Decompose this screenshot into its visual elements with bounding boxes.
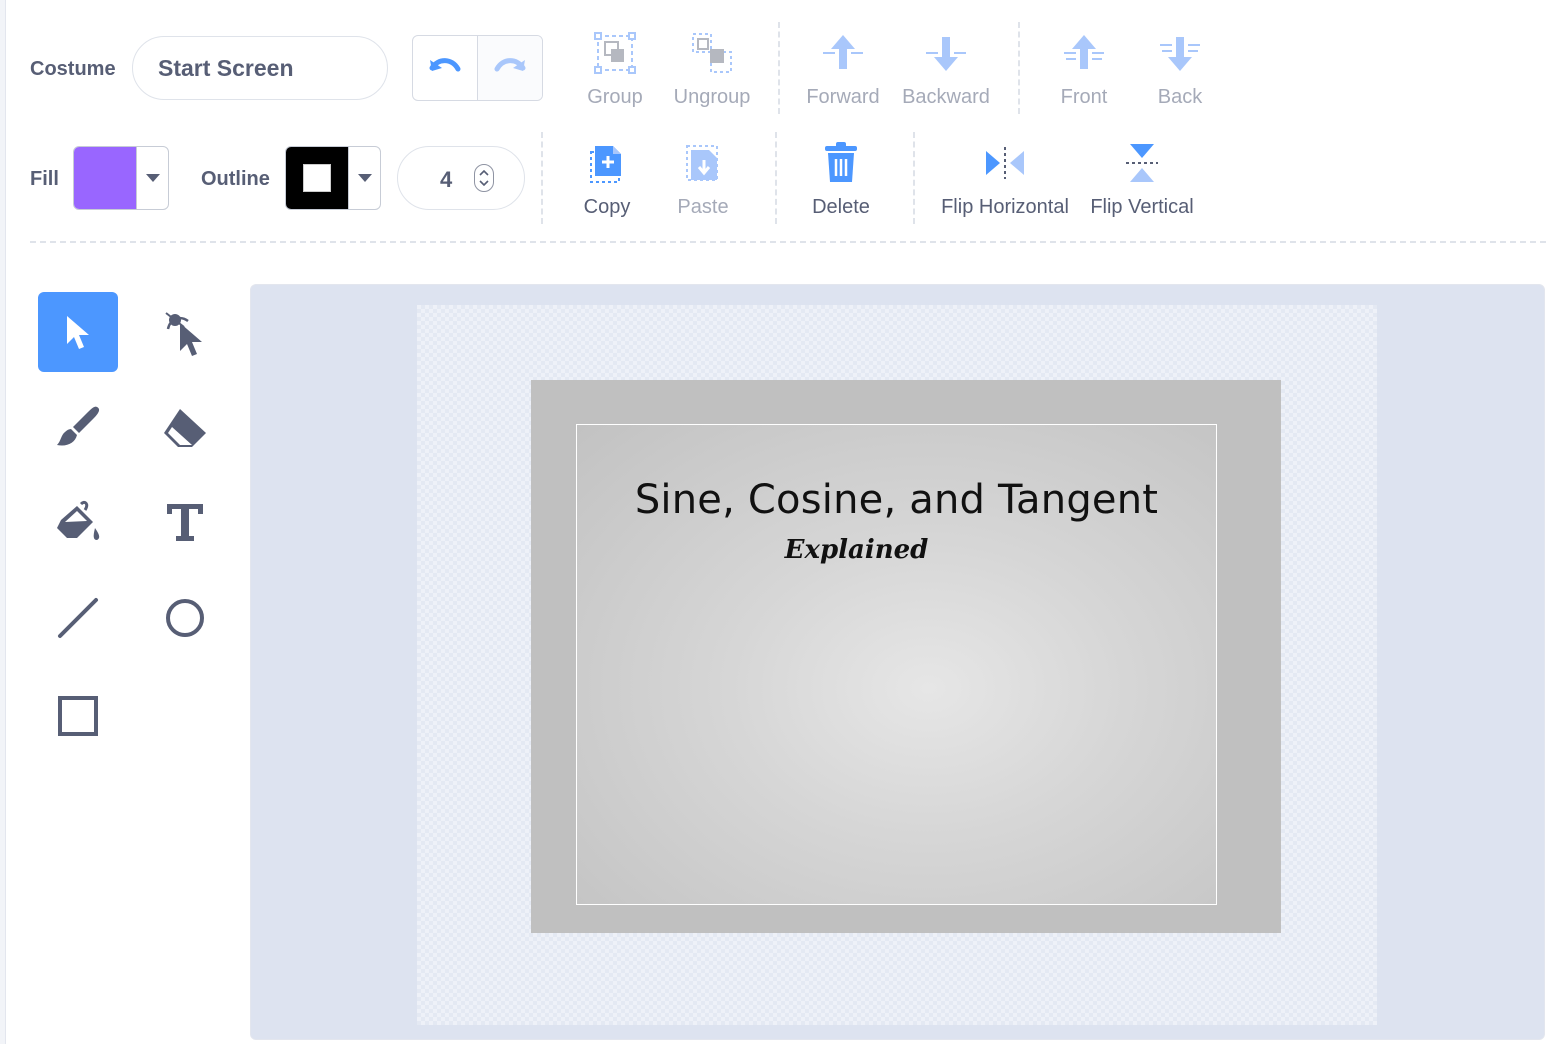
fill-swatch[interactable] <box>74 147 136 209</box>
flip-vertical-button[interactable]: Flip Vertical <box>1090 142 1194 219</box>
eraser-tool[interactable] <box>145 388 225 468</box>
line-icon <box>58 598 98 638</box>
costume-name-input[interactable] <box>132 36 388 100</box>
fill-color-picker[interactable] <box>73 146 169 210</box>
fill-dropdown[interactable] <box>136 147 168 209</box>
separator <box>778 22 780 114</box>
chevron-down-icon <box>479 180 489 186</box>
trash-icon <box>825 142 857 182</box>
reshape-tool[interactable] <box>145 292 225 372</box>
front-button[interactable]: Front <box>1034 32 1134 109</box>
outline-dropdown[interactable] <box>348 147 380 209</box>
caret-down-icon <box>145 174 160 182</box>
text-tool[interactable] <box>145 482 225 562</box>
separator <box>775 132 777 224</box>
backward-label: Backward <box>902 86 990 108</box>
back-label: Back <box>1157 86 1203 108</box>
ungroup-icon <box>692 33 732 73</box>
circle-tool[interactable] <box>145 578 225 658</box>
separator <box>541 132 543 224</box>
paste-button[interactable]: Paste <box>653 142 753 219</box>
front-arrow-icon <box>1064 35 1104 69</box>
outline-label: Outline <box>201 168 270 190</box>
undo-button[interactable] <box>413 36 477 100</box>
outline-width-input[interactable]: 4 <box>397 146 525 210</box>
forward-button[interactable]: Forward <box>793 32 893 109</box>
line-tool[interactable] <box>38 578 118 658</box>
rectangle-tool[interactable] <box>38 676 118 756</box>
delete-label: Delete <box>812 196 870 218</box>
flip-horizontal-button[interactable]: Flip Horizontal <box>941 142 1069 219</box>
chevron-up-icon <box>479 170 489 176</box>
reshape-icon <box>165 312 202 356</box>
ungroup-button[interactable]: Ungroup <box>662 32 762 109</box>
paste-icon <box>686 145 718 181</box>
caret-down-icon <box>357 174 372 182</box>
fill-label: Fill <box>30 168 59 190</box>
arrow-cursor-icon <box>67 316 89 349</box>
number-stepper[interactable] <box>474 164 494 192</box>
backward-button[interactable]: Backward <box>896 32 996 109</box>
flip-vertical-label: Flip Vertical <box>1090 196 1194 218</box>
outline-color-picker[interactable] <box>285 146 381 210</box>
group-label: Group <box>587 86 643 108</box>
group-icon <box>594 32 636 74</box>
paint-bucket-icon <box>57 500 100 540</box>
costume-inner-rect[interactable]: Sine, Cosine, and Tangent Explained <box>576 424 1217 905</box>
delete-button[interactable]: Delete <box>791 142 891 219</box>
brush-tool[interactable] <box>38 388 118 468</box>
eraser-icon <box>164 409 206 447</box>
costume-label: Costume <box>30 58 116 80</box>
outline-swatch[interactable] <box>286 147 348 209</box>
separator <box>913 132 915 224</box>
copy-icon <box>590 146 621 183</box>
copy-button[interactable]: Copy <box>557 142 657 219</box>
forward-label: Forward <box>806 86 880 108</box>
paint-canvas-area[interactable]: Sine, Cosine, and Tangent Explained <box>250 284 1545 1040</box>
canvas-title-text[interactable]: Sine, Cosine, and Tangent <box>577 477 1216 523</box>
back-button[interactable]: Back <box>1130 32 1230 109</box>
outline-inner-square <box>303 164 331 192</box>
redo-button[interactable] <box>477 36 542 100</box>
separator <box>1018 22 1020 114</box>
brush-icon <box>57 406 100 446</box>
undo-icon <box>429 58 461 72</box>
circle-icon <box>166 599 204 637</box>
redo-icon <box>494 58 526 72</box>
front-label: Front <box>1060 86 1108 108</box>
undo-redo-group <box>412 35 543 101</box>
text-icon <box>167 504 203 541</box>
ungroup-label: Ungroup <box>673 86 751 108</box>
flip-horizontal-label: Flip Horizontal <box>941 196 1069 218</box>
canvas-subtitle-text[interactable]: Explained <box>537 535 1176 565</box>
flip-horizontal-icon <box>986 147 1024 179</box>
copy-label: Copy <box>583 196 631 218</box>
fill-tool[interactable] <box>38 482 118 562</box>
group-button[interactable]: Group <box>565 32 665 109</box>
flip-vertical-icon <box>1126 144 1158 182</box>
toolbar-divider <box>30 241 1546 243</box>
paste-label: Paste <box>677 196 729 218</box>
left-edge <box>0 0 6 1044</box>
select-tool[interactable] <box>38 292 118 372</box>
back-arrow-icon <box>1160 37 1200 71</box>
rectangle-icon <box>58 696 98 736</box>
outline-width-value: 4 <box>440 167 453 192</box>
backward-arrow-icon <box>926 37 966 71</box>
forward-arrow-icon <box>823 35 863 69</box>
